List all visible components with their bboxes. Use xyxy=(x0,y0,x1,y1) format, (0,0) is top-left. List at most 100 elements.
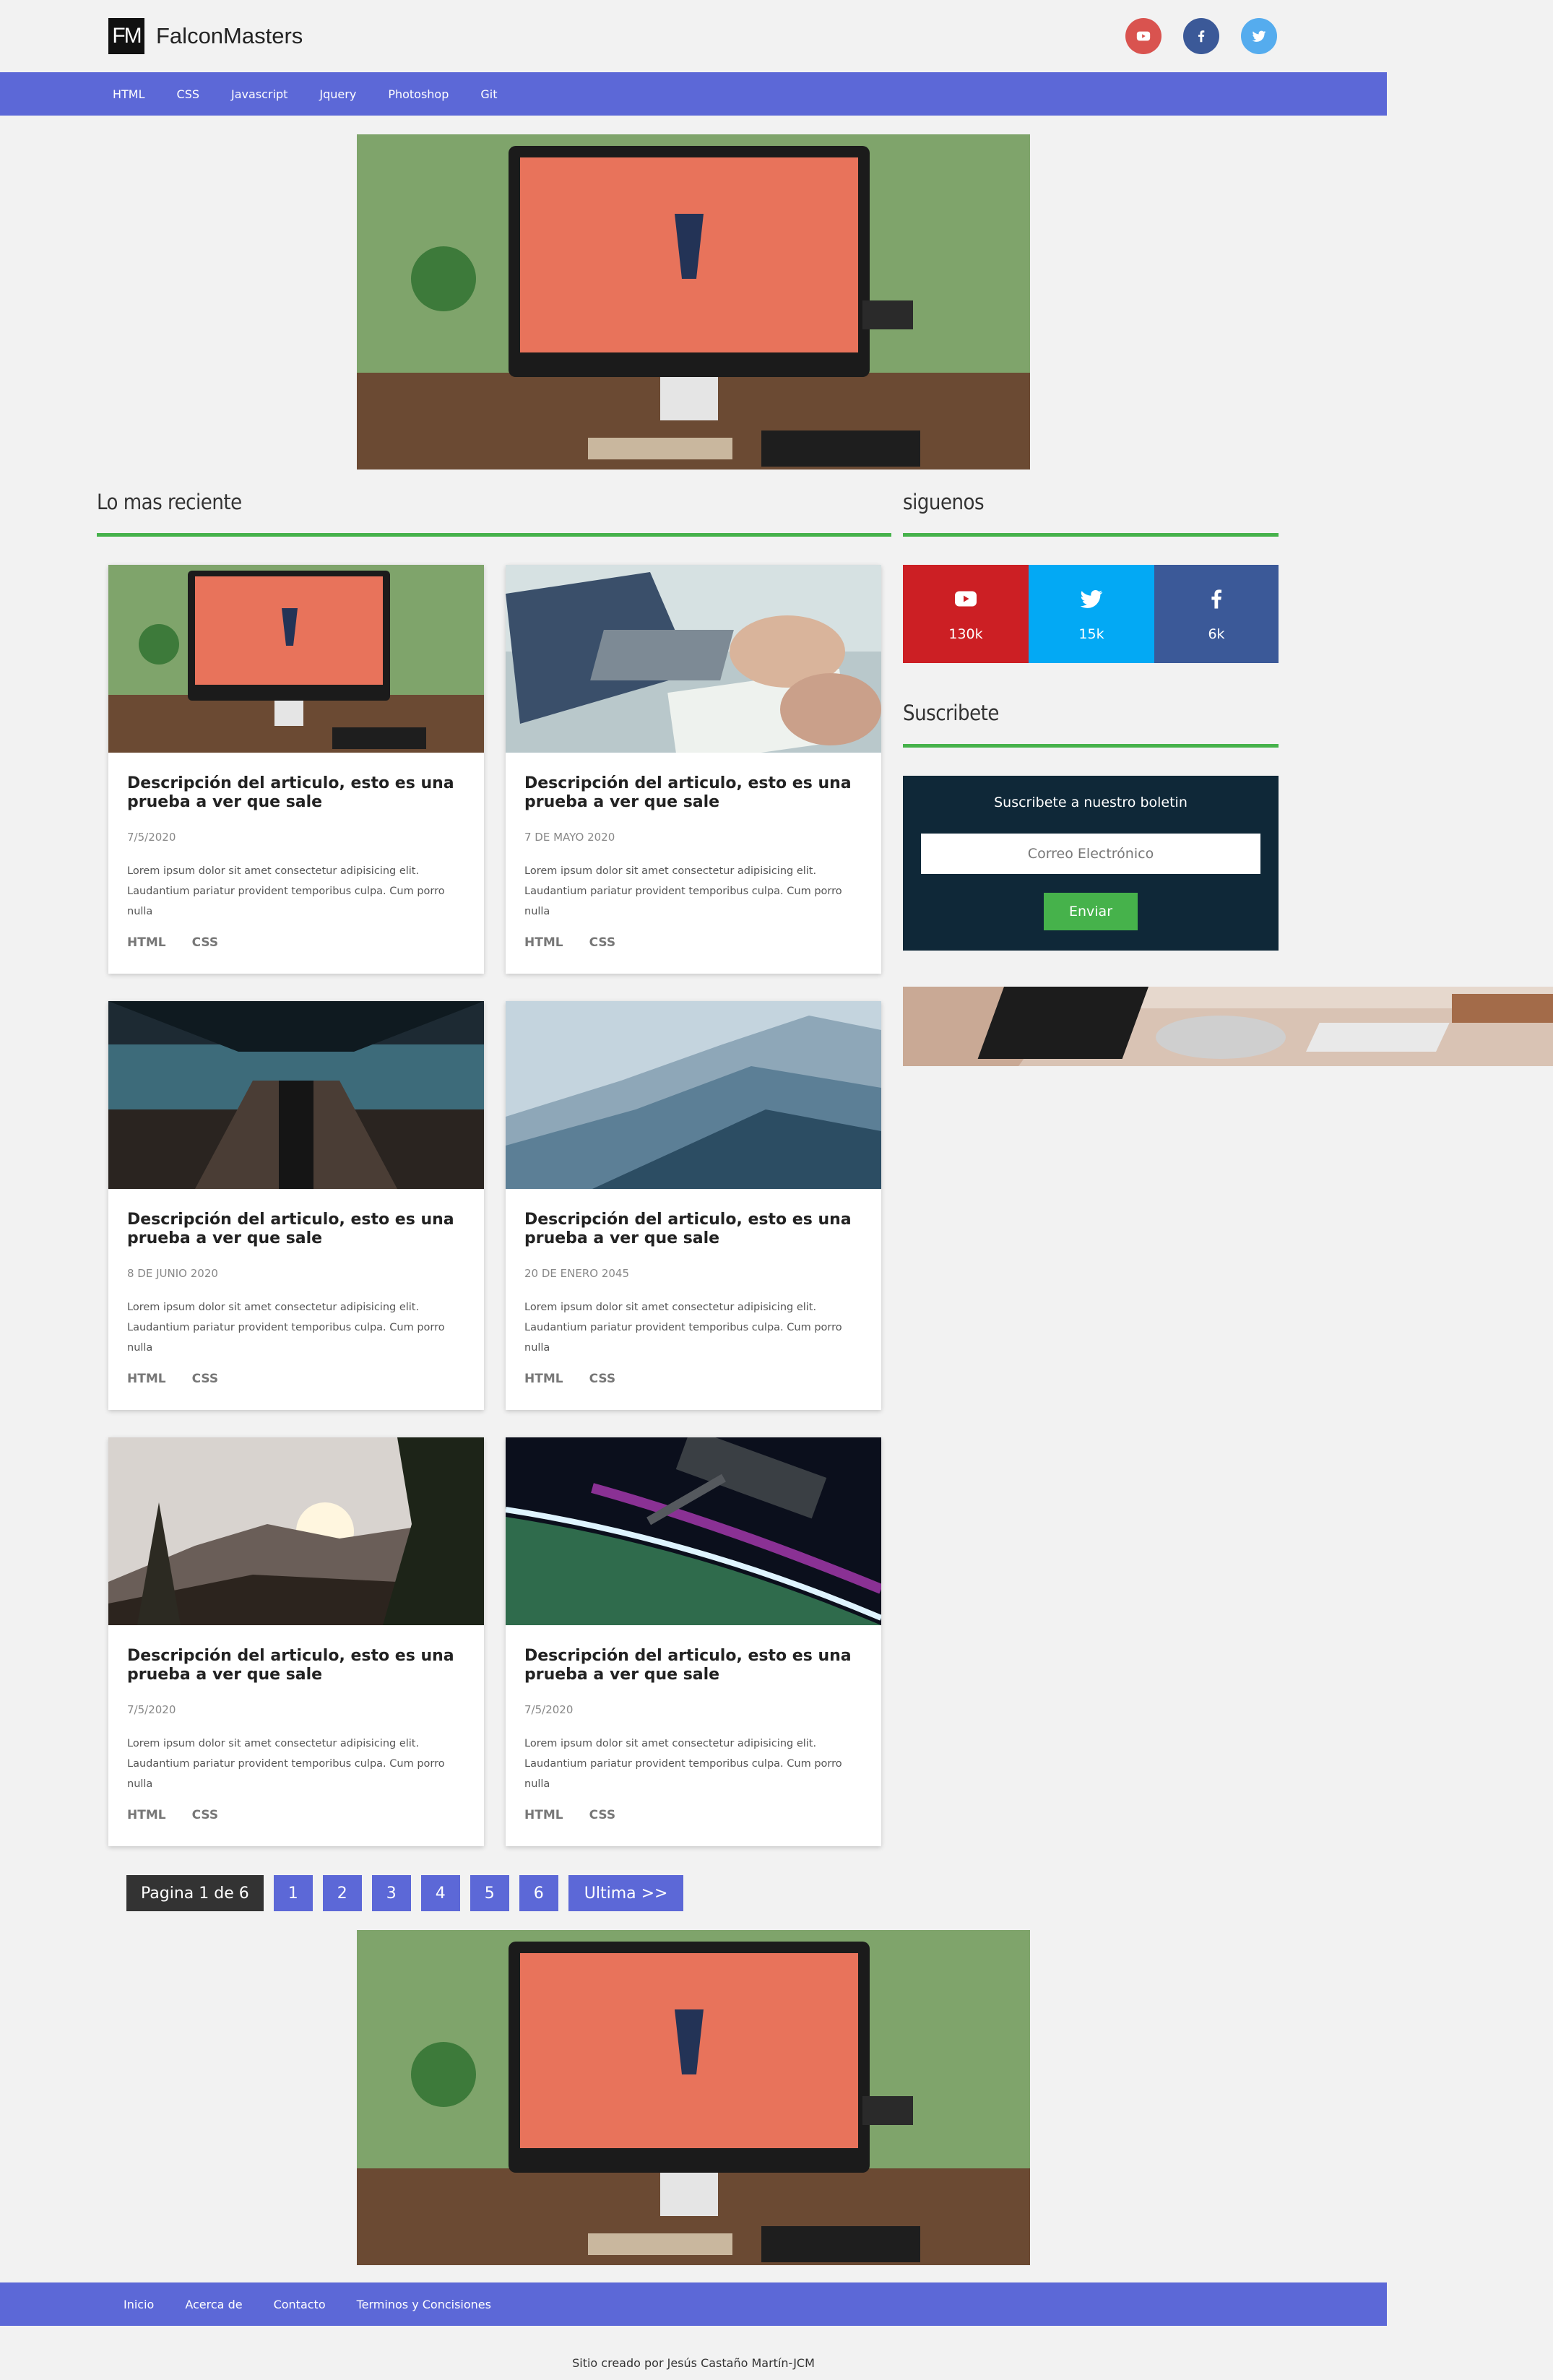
twitter-icon[interactable] xyxy=(1241,18,1277,54)
latest-section-divider xyxy=(97,533,891,537)
card-tags: HTML CSS xyxy=(524,1808,615,1822)
card-excerpt: Lorem ipsum dolor sit amet consectetur a… xyxy=(127,865,445,917)
last-page-button[interactable]: Ultima >> xyxy=(568,1875,684,1911)
follow-section-title: siguenos xyxy=(903,490,985,514)
facebook-counter[interactable]: 6k xyxy=(1154,565,1279,663)
imac-desk-thumbnail xyxy=(108,565,484,753)
tag-html[interactable]: HTML xyxy=(524,1372,563,1386)
article-card[interactable]: Descripción del articulo, esto es una pr… xyxy=(108,565,484,974)
site-credit: Sitio creado por Jesús Castaño Martín-JC… xyxy=(572,2356,815,2370)
card-date: 7 DE MAYO 2020 xyxy=(524,831,615,844)
bottom-banner-image xyxy=(357,1930,1030,2265)
footer-link-contacto[interactable]: Contacto xyxy=(274,2298,326,2311)
sunset-forest-thumbnail xyxy=(108,1437,484,1625)
site-header: FM FalconMasters xyxy=(0,0,1387,72)
twitter-counter[interactable]: 15k xyxy=(1029,565,1154,663)
space-station-thumbnail xyxy=(506,1437,881,1625)
card-tags: HTML CSS xyxy=(127,1808,218,1822)
page-button-2[interactable]: 2 xyxy=(322,1875,362,1911)
page-button-6[interactable]: 6 xyxy=(519,1875,558,1911)
sidebar-desk-image xyxy=(903,987,1553,1066)
article-card[interactable]: Descripción del articulo, esto es una pr… xyxy=(108,1437,484,1846)
card-tags: HTML CSS xyxy=(127,1372,218,1386)
page-button-4[interactable]: 4 xyxy=(420,1875,460,1911)
card-title[interactable]: Descripción del articulo, esto es una pr… xyxy=(524,1211,864,1248)
subscribe-section-title: Suscribete xyxy=(903,701,999,725)
card-tags: HTML CSS xyxy=(524,935,615,950)
facebook-icon[interactable] xyxy=(1183,18,1219,54)
card-excerpt: Lorem ipsum dolor sit amet consectetur a… xyxy=(524,865,842,917)
card-title[interactable]: Descripción del articulo, esto es una pr… xyxy=(127,1647,467,1684)
twitter-icon xyxy=(1080,589,1103,608)
card-tags: HTML CSS xyxy=(127,935,218,950)
nav-item-git[interactable]: Git xyxy=(480,87,497,101)
nav-item-javascript[interactable]: Javascript xyxy=(231,87,287,101)
tag-css[interactable]: CSS xyxy=(589,1808,616,1822)
footer-nav: Inicio Acerca de Contacto Terminos y Con… xyxy=(0,2282,1387,2326)
card-excerpt: Lorem ipsum dolor sit amet consectetur a… xyxy=(127,1738,445,1790)
card-excerpt: Lorem ipsum dolor sit amet consectetur a… xyxy=(524,1302,842,1354)
tag-html[interactable]: HTML xyxy=(127,1808,166,1822)
card-date: 8 DE JUNIO 2020 xyxy=(127,1267,218,1280)
article-card[interactable]: Descripción del articulo, esto es una pr… xyxy=(108,1001,484,1410)
page-button-5[interactable]: 5 xyxy=(470,1875,509,1911)
laptop-notes-thumbnail xyxy=(506,565,881,753)
tag-html[interactable]: HTML xyxy=(524,935,563,950)
facebook-icon xyxy=(1211,589,1222,609)
nav-item-css[interactable]: CSS xyxy=(177,87,199,101)
pagination: Pagina 1 de 6 1 2 3 4 5 6 Ultima >> xyxy=(126,1875,684,1911)
tag-css[interactable]: CSS xyxy=(589,935,616,950)
card-title[interactable]: Descripción del articulo, esto es una pr… xyxy=(127,1211,467,1248)
nav-item-jquery[interactable]: Jquery xyxy=(319,87,356,101)
card-date: 7/5/2020 xyxy=(127,1703,176,1716)
main-nav: HTML CSS Javascript Jquery Photoshop Git xyxy=(0,72,1387,116)
hero-banner-image xyxy=(357,134,1030,469)
newsletter-box: Suscribete a nuestro boletin Correo Elec… xyxy=(903,776,1279,951)
youtube-icon xyxy=(955,591,977,607)
footer-link-terminos[interactable]: Terminos y Concisiones xyxy=(357,2298,491,2311)
mountains-thumbnail xyxy=(506,1001,881,1189)
card-title[interactable]: Descripción del articulo, esto es una pr… xyxy=(127,774,467,812)
brand-logo[interactable]: FM FalconMasters xyxy=(108,18,303,54)
card-tags: HTML CSS xyxy=(524,1372,615,1386)
newsletter-title: Suscribete a nuestro boletin xyxy=(994,795,1188,810)
card-title[interactable]: Descripción del articulo, esto es una pr… xyxy=(524,774,864,812)
youtube-count: 130k xyxy=(948,626,983,642)
escalator-thumbnail xyxy=(108,1001,484,1189)
youtube-counter[interactable]: 130k xyxy=(903,565,1029,663)
tag-css[interactable]: CSS xyxy=(589,1372,616,1386)
page-button-1[interactable]: 1 xyxy=(273,1875,313,1911)
tag-css[interactable]: CSS xyxy=(192,1372,219,1386)
card-date: 7/5/2020 xyxy=(524,1703,574,1716)
card-date: 7/5/2020 xyxy=(127,831,176,844)
follow-section-divider xyxy=(903,533,1279,537)
footer-link-acerca[interactable]: Acerca de xyxy=(185,2298,242,2311)
email-field[interactable]: Correo Electrónico xyxy=(921,834,1260,874)
tag-html[interactable]: HTML xyxy=(127,1372,166,1386)
card-title[interactable]: Descripción del articulo, esto es una pr… xyxy=(524,1647,864,1684)
article-card[interactable]: Descripción del articulo, esto es una pr… xyxy=(506,565,881,974)
tag-html[interactable]: HTML xyxy=(127,935,166,950)
article-card[interactable]: Descripción del articulo, esto es una pr… xyxy=(506,1001,881,1410)
logo-mark: FM xyxy=(108,18,144,54)
tag-css[interactable]: CSS xyxy=(192,1808,219,1822)
logo-text: FalconMasters xyxy=(156,23,303,48)
pagination-info: Pagina 1 de 6 xyxy=(126,1875,264,1911)
nav-item-photoshop[interactable]: Photoshop xyxy=(388,87,449,101)
article-card[interactable]: Descripción del articulo, esto es una pr… xyxy=(506,1437,881,1846)
nav-item-html[interactable]: HTML xyxy=(113,87,145,101)
latest-section-title: Lo mas reciente xyxy=(97,490,242,514)
card-date: 20 DE ENERO 2045 xyxy=(524,1267,629,1280)
card-excerpt: Lorem ipsum dolor sit amet consectetur a… xyxy=(524,1738,842,1790)
page-button-3[interactable]: 3 xyxy=(371,1875,411,1911)
send-button[interactable]: Enviar xyxy=(1044,893,1138,930)
tag-css[interactable]: CSS xyxy=(192,935,219,950)
facebook-count: 6k xyxy=(1208,626,1225,642)
subscribe-section-divider xyxy=(903,744,1279,748)
twitter-count: 15k xyxy=(1078,626,1104,642)
card-excerpt: Lorem ipsum dolor sit amet consectetur a… xyxy=(127,1302,445,1354)
tag-html[interactable]: HTML xyxy=(524,1808,563,1822)
footer-link-inicio[interactable]: Inicio xyxy=(124,2298,154,2311)
header-social-links xyxy=(1125,18,1277,54)
youtube-icon[interactable] xyxy=(1125,18,1161,54)
